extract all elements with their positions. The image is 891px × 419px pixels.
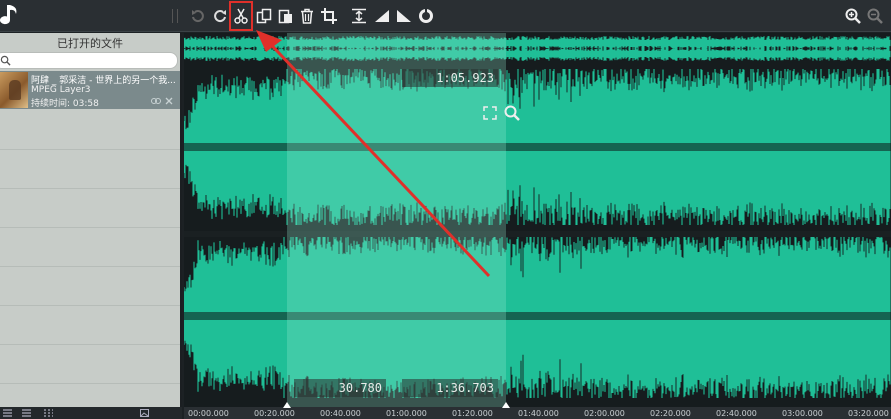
effects-icon xyxy=(419,9,433,23)
selection-start-readout[interactable]: 30.780 xyxy=(294,379,386,397)
divider xyxy=(0,344,180,345)
redo-button[interactable] xyxy=(210,6,230,26)
fade-in-icon xyxy=(375,10,389,22)
file-format: MPEG Layer3 xyxy=(31,85,91,95)
music-note-logo-icon xyxy=(0,5,17,25)
timeline-ruler[interactable]: 00:00.000 00:20.000 00:40.000 01:00.000 01:2… xyxy=(184,402,891,419)
timeline-tick-label: 02:00.000 xyxy=(584,409,625,418)
normalize-icon xyxy=(352,8,366,24)
zoom-in-button[interactable] xyxy=(843,6,863,26)
file-list-item[interactable]: 阿肆 _ 郭采洁 - 世界上的另一个我... MPEG Layer3 持续时间:… xyxy=(0,71,180,109)
current-position-readout: 1:05.923 xyxy=(402,69,498,87)
link-icon[interactable] xyxy=(151,97,161,105)
copy-icon xyxy=(256,8,272,24)
zoom-to-selection-icon[interactable] xyxy=(482,105,498,121)
grid-view-icon[interactable] xyxy=(44,409,53,417)
divider xyxy=(0,149,180,150)
delete-button[interactable] xyxy=(297,6,317,26)
fade-out-button[interactable] xyxy=(394,6,414,26)
crop-button[interactable] xyxy=(319,6,339,26)
timeline-tick-label: 01:40.000 xyxy=(518,409,559,418)
timeline-tick-label: 00:00.000 xyxy=(188,409,229,418)
divider xyxy=(0,305,180,306)
selection-end-marker-icon[interactable] xyxy=(502,402,510,408)
divider xyxy=(0,188,180,189)
audio-editor-window: 已打开的文件 阿肆 _ 郭采洁 - 世界上的另一个我... MPEG Layer… xyxy=(0,0,891,419)
selection-start-marker-icon[interactable] xyxy=(283,402,291,408)
open-files-title: 已打开的文件 xyxy=(57,37,123,50)
selection-end-readout[interactable]: 1:36.703 xyxy=(402,379,498,397)
timeline-tick-label: 03:20.000 xyxy=(848,409,889,418)
timeline-tick-label: 00:40.000 xyxy=(320,409,361,418)
timeline-tick-label: 02:40.000 xyxy=(716,409,757,418)
redo-icon xyxy=(214,10,226,23)
fade-out-icon xyxy=(397,10,411,22)
list-view-icon[interactable] xyxy=(3,409,12,417)
zoom-out-icon xyxy=(867,8,883,24)
paste-button[interactable] xyxy=(276,6,296,26)
undo-icon xyxy=(192,10,204,23)
sidebar-footer xyxy=(0,407,182,419)
timeline-tick-label: 03:00.000 xyxy=(782,409,823,418)
copy-button[interactable] xyxy=(254,6,274,26)
timeline-tick-label: 02:20.000 xyxy=(650,409,691,418)
zoom-search-icon[interactable] xyxy=(504,105,520,121)
file-search-box[interactable] xyxy=(0,52,178,69)
normalize-button[interactable] xyxy=(349,6,369,26)
effects-button[interactable] xyxy=(416,6,436,26)
timeline-tick-label: 01:00.000 xyxy=(386,409,427,418)
trash-icon xyxy=(301,8,313,24)
toolbar-grip[interactable] xyxy=(172,9,178,23)
album-thumbnail xyxy=(0,72,28,108)
search-icon xyxy=(0,55,11,66)
timeline-tick-label: 01:20.000 xyxy=(452,409,493,418)
divider xyxy=(0,266,180,267)
divider xyxy=(0,227,180,228)
zoom-in-icon xyxy=(845,8,861,24)
divider xyxy=(0,383,180,384)
file-search-input[interactable] xyxy=(13,54,163,67)
open-files-panel: 已打开的文件 阿肆 _ 郭采洁 - 世界上的另一个我... MPEG Layer… xyxy=(0,33,182,407)
waveform-view[interactable]: 1:05.923 30.780 1:36.703 xyxy=(184,33,891,407)
detail-view-icon[interactable] xyxy=(22,409,31,417)
undo-button[interactable] xyxy=(188,6,208,26)
file-duration: 持续时间: 03:58 xyxy=(31,99,99,109)
selection-region[interactable] xyxy=(287,33,506,407)
image-icon[interactable] xyxy=(140,409,149,417)
close-icon[interactable] xyxy=(165,97,173,105)
fade-in-button[interactable] xyxy=(372,6,392,26)
crop-icon xyxy=(321,8,337,24)
timeline-tick-label: 00:20.000 xyxy=(254,409,295,418)
zoom-out-button[interactable] xyxy=(865,6,885,26)
cut-button-highlight xyxy=(229,1,253,31)
toolbar xyxy=(0,0,891,32)
paste-icon xyxy=(278,9,292,24)
